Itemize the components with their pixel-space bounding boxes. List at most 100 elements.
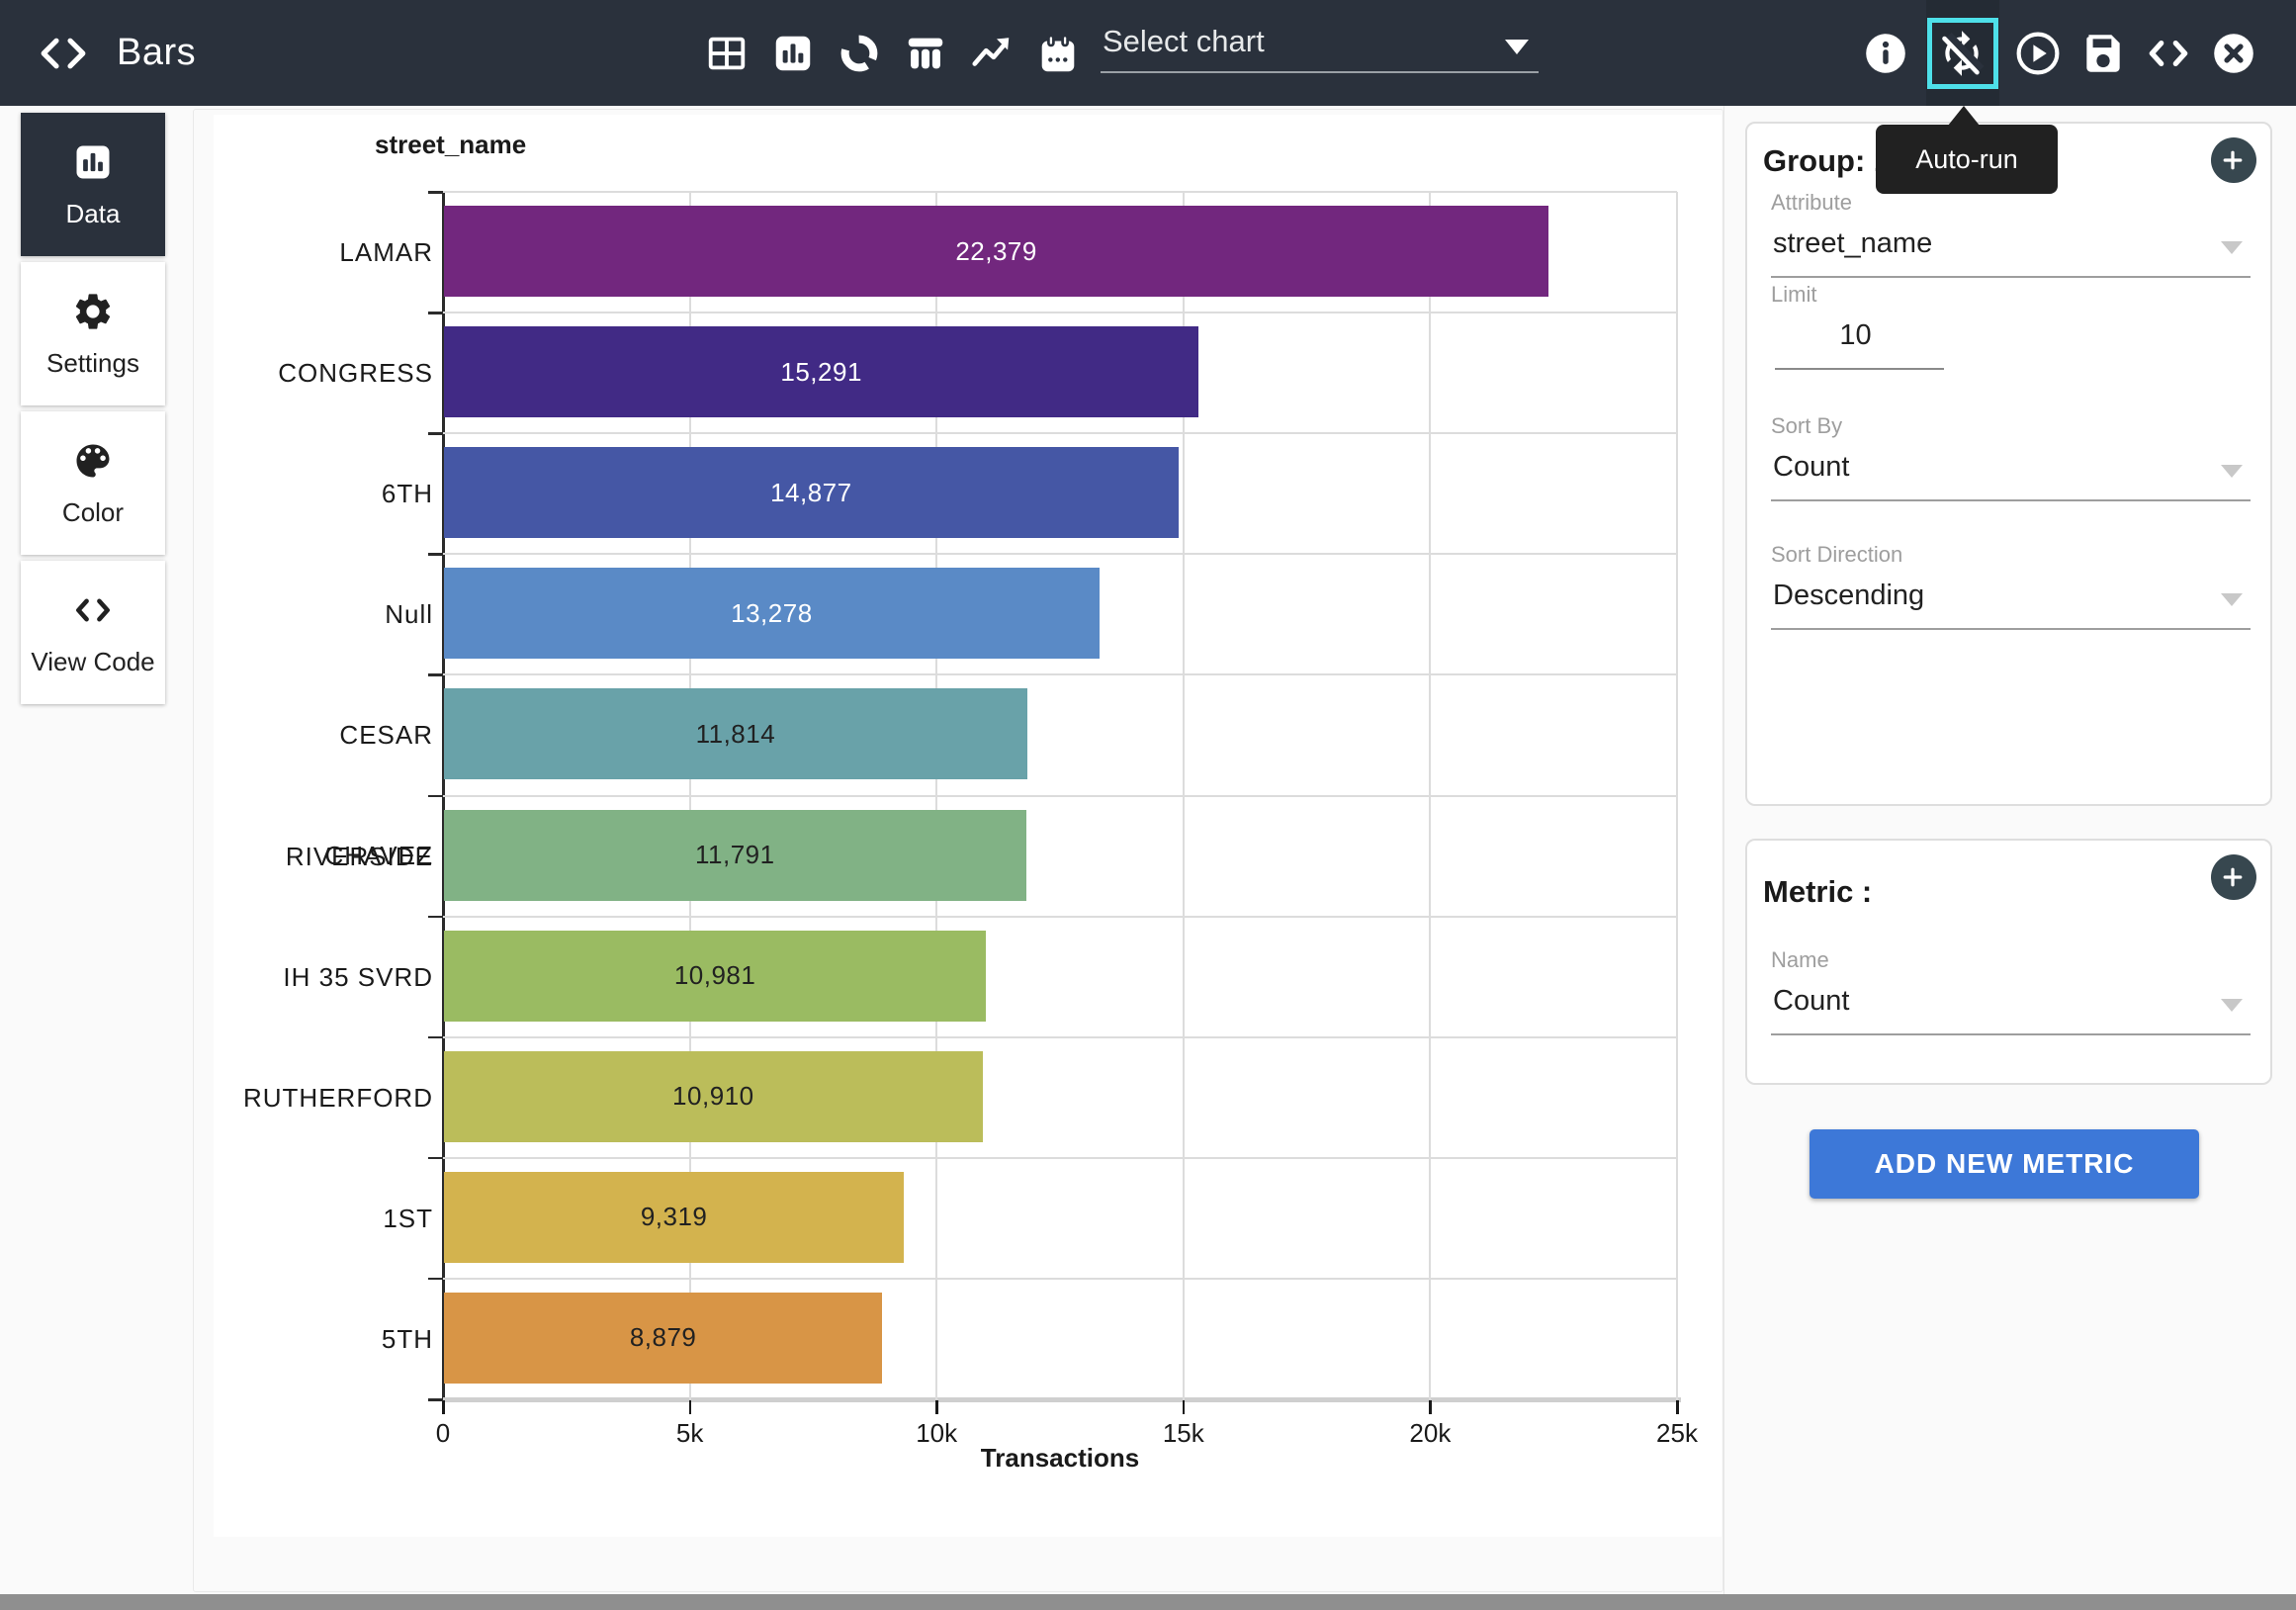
play-icon <box>2013 29 2065 78</box>
x-axis-tick <box>935 1400 938 1414</box>
category-label: Null <box>223 554 433 674</box>
group-fields: Attributestreet_nameLimit 10 Sort ByCount S… <box>1771 124 2251 804</box>
grid-line-horizontal <box>443 191 1677 193</box>
close-button[interactable] <box>2209 28 2260 79</box>
bar: 14,877 <box>444 447 1179 538</box>
auto-run-button[interactable] <box>1937 28 1988 79</box>
grid-line-horizontal <box>443 916 1677 918</box>
navbar: Bars Select chart <box>0 0 2296 106</box>
field-underline <box>1771 276 2251 278</box>
sort-by-select[interactable]: Count <box>1773 451 2251 492</box>
chevron-down-icon <box>2221 593 2243 606</box>
grid-line-horizontal <box>443 432 1677 434</box>
bar: 13,278 <box>444 568 1100 659</box>
select-chart-dropdown[interactable]: Select chart <box>1101 18 1539 73</box>
nav-actions <box>1861 0 2260 106</box>
x-axis-tick <box>689 1400 692 1414</box>
category-label: 5TH <box>223 1279 433 1399</box>
autorun-highlight-box <box>1927 18 1998 89</box>
category-label: RUTHERFORD <box>223 1037 433 1158</box>
bar: 10,910 <box>444 1051 983 1142</box>
field-underline <box>1771 628 2251 630</box>
autorun-highlight-strip <box>1926 0 1999 106</box>
field-label: Limit <box>1771 282 1816 308</box>
tooltip-arrow <box>1948 106 1980 126</box>
chart-type-icons <box>704 0 1083 106</box>
donut-icon[interactable] <box>837 30 884 77</box>
category-label: 1ST <box>223 1158 433 1279</box>
bar-value-label: 15,291 <box>444 326 1198 417</box>
run-button[interactable] <box>2013 28 2065 79</box>
chart-panel: street_name 05k10k15k20k25kLAMAR22,379CO… <box>214 115 1722 1537</box>
bar: 8,879 <box>444 1293 882 1384</box>
bar-value-label: 8,879 <box>444 1293 882 1384</box>
field-underline <box>1775 368 1944 370</box>
bar: 10,981 <box>444 931 986 1022</box>
metric-fields: Name Count <box>1771 841 2251 1083</box>
page: Bars Select chart Auto-run DataSettingsC… <box>0 0 2296 1610</box>
grid-line-horizontal <box>443 1157 1677 1159</box>
table-icon[interactable] <box>704 30 751 77</box>
field-sort-direction: Sort Direction Descending <box>1771 542 2251 641</box>
chevron-down-icon <box>2221 241 2243 254</box>
x-axis-tick <box>1676 1400 1679 1414</box>
sidebar: Data Settings Color View Code <box>21 113 165 710</box>
code-button[interactable] <box>2144 28 2195 79</box>
sidebar-item-settings[interactable]: Settings <box>21 262 165 405</box>
select-chart-label: Select chart <box>1103 24 1265 59</box>
category-label: CONGRESS <box>223 313 433 433</box>
bar: 22,379 <box>444 206 1548 297</box>
field-underline <box>1771 1033 2251 1035</box>
grid-line-horizontal <box>443 312 1677 313</box>
field-label: Sort Direction <box>1771 542 1902 568</box>
grid-line-horizontal <box>443 1036 1677 1038</box>
x-axis-tick <box>1183 1400 1186 1414</box>
sidebar-item-label: Data <box>66 199 121 229</box>
attribute-select[interactable]: street_name <box>1773 227 2251 269</box>
horizontal-scrollbar[interactable] <box>0 1594 2296 1610</box>
sidebar-item-color[interactable]: Color <box>21 411 165 555</box>
grid-line-horizontal <box>443 673 1677 675</box>
add-new-metric-button[interactable]: ADD NEW METRIC <box>1810 1129 2199 1199</box>
x-axis-tick <box>442 1400 445 1414</box>
chevron-down-icon <box>2221 999 2243 1012</box>
field-attribute: Attributestreet_name <box>1771 190 2251 289</box>
bar-chart-icon <box>71 140 115 187</box>
bar-value-label: 11,791 <box>444 810 1026 901</box>
bar-value-label: 10,981 <box>444 931 986 1022</box>
name-select[interactable]: Count <box>1773 985 2251 1027</box>
palette-icon <box>71 439 115 486</box>
sort-direction-select[interactable]: Descending <box>1773 580 2251 621</box>
sidebar-item-view-code[interactable]: View Code <box>21 561 165 704</box>
columns-icon[interactable] <box>903 30 950 77</box>
info-button[interactable] <box>1861 28 1912 79</box>
field-name: Name Count <box>1771 947 2251 1046</box>
bar-value-label: 13,278 <box>444 568 1100 659</box>
field-sort-by: Sort ByCount <box>1771 413 2251 512</box>
group-panel: Group: 1 Attributestreet_nameLimit10Sort… <box>1745 122 2272 806</box>
app-title: Bars <box>117 0 196 106</box>
chart-card: street_name 05k10k15k20k25kLAMAR22,379CO… <box>193 109 1723 1592</box>
category-label: IH 35 SVRD <box>223 917 433 1037</box>
bar-value-label: 22,379 <box>444 206 1548 297</box>
calendar-icon[interactable] <box>1035 30 1083 77</box>
sidebar-item-label: Color <box>62 497 124 528</box>
bar: 11,814 <box>444 688 1027 779</box>
plot-area: 05k10k15k20k25kLAMAR22,379CONGRESS15,291… <box>443 192 1677 1399</box>
line-chart-icon[interactable] <box>969 30 1016 77</box>
sidebar-item-data[interactable]: Data <box>21 113 165 256</box>
sidebar-item-label: Settings <box>46 348 139 379</box>
field-label: Name <box>1771 947 1829 973</box>
grid-line-horizontal <box>443 795 1677 797</box>
bar: 9,319 <box>444 1172 904 1263</box>
grid-line-horizontal <box>443 1278 1677 1280</box>
category-label: 6TH <box>223 433 433 554</box>
save-icon <box>2078 29 2130 78</box>
field-underline <box>1771 499 2251 501</box>
x-axis-line <box>443 1397 1681 1402</box>
bar: 11,791 <box>444 810 1026 901</box>
bar-chart-icon[interactable] <box>770 30 818 77</box>
save-button[interactable] <box>2078 28 2130 79</box>
limit-input[interactable]: 10 <box>1771 319 1940 361</box>
back-code-button[interactable] <box>34 26 93 81</box>
